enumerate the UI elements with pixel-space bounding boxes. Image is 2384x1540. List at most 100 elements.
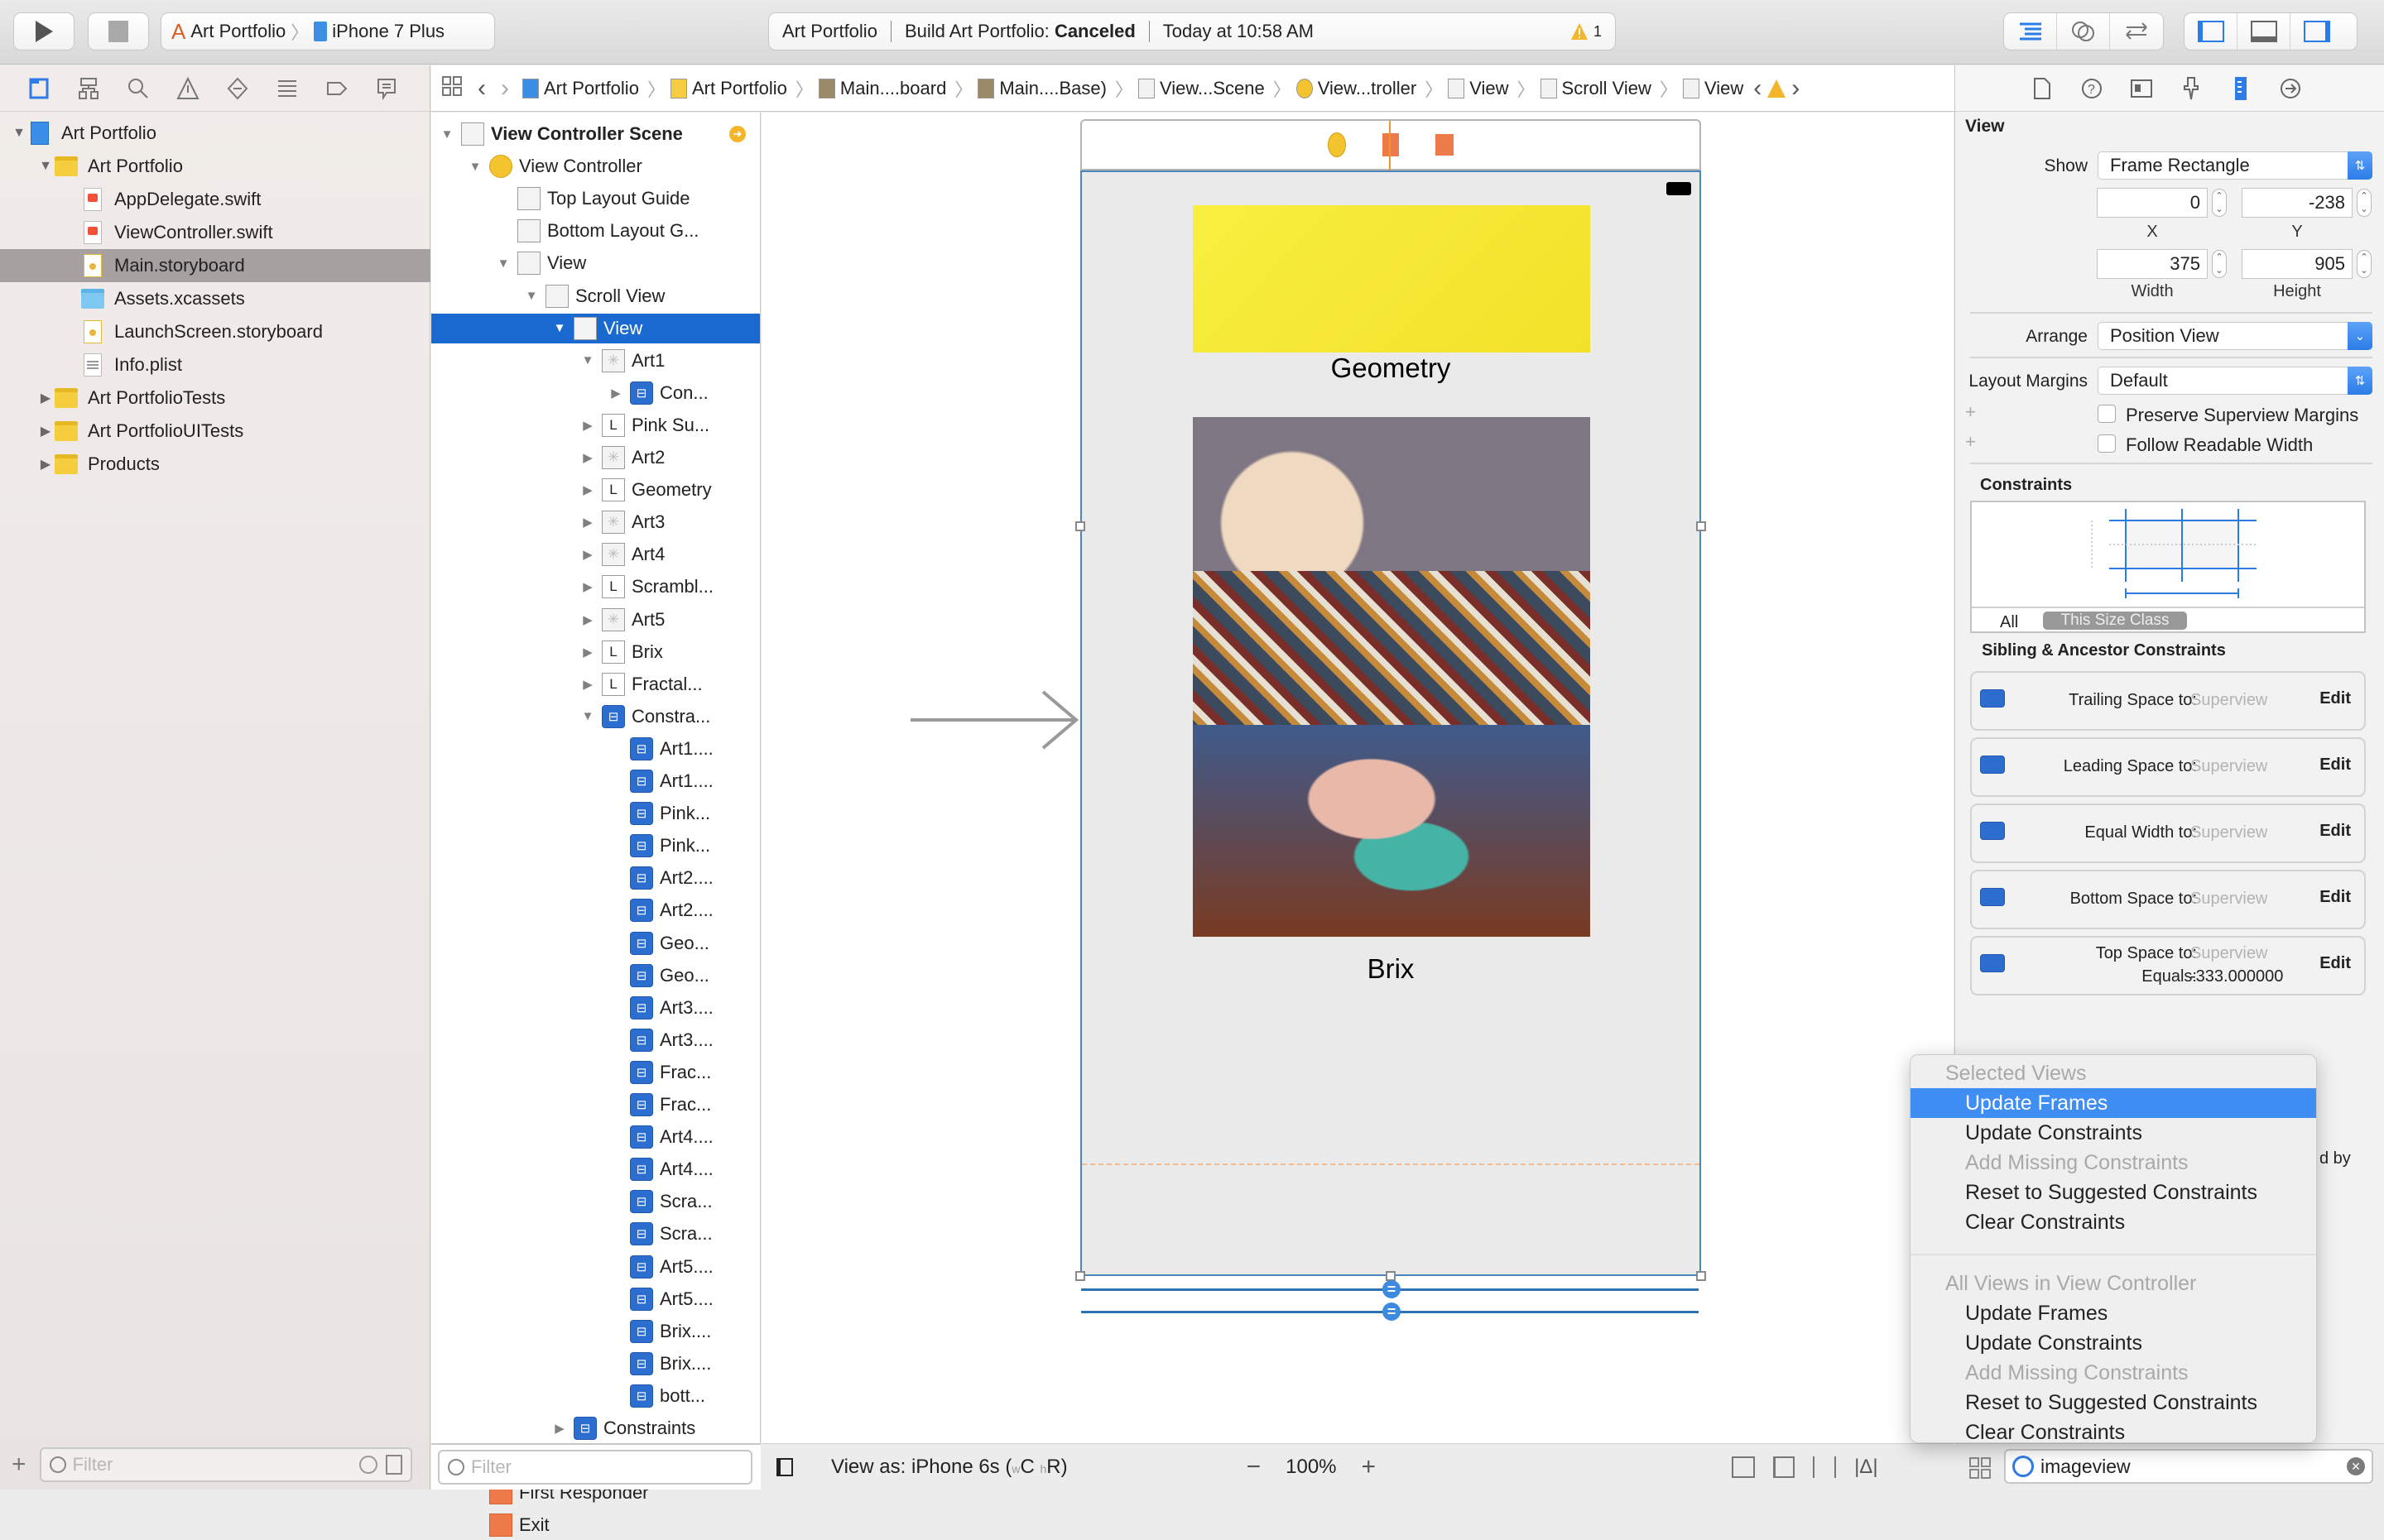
outline-filter-input[interactable]: Filter	[438, 1450, 752, 1485]
edit-constraint-button[interactable]: Edit	[2319, 888, 2351, 907]
outline-item[interactable]: ⊟ Art4....	[431, 1154, 760, 1184]
outline-item[interactable]: ⊟ Art4....	[431, 1122, 760, 1152]
disclosure-triangle-icon[interactable]: ▼	[550, 321, 569, 335]
outline-item[interactable]: ▼ View Controller Scene	[431, 119, 760, 149]
resize-handle[interactable]	[1696, 521, 1706, 531]
add-variation-icon[interactable]: +	[1965, 401, 1976, 423]
previous-issue-button[interactable]: ‹	[1753, 74, 1762, 103]
outline-item[interactable]: ⊟ Pink...	[431, 799, 760, 828]
align-icon[interactable]	[1773, 1456, 1795, 1478]
disclosure-triangle-icon[interactable]: ▼	[494, 257, 512, 271]
disclosure-triangle-icon[interactable]: ▶	[607, 386, 625, 401]
outline-item[interactable]: ⊟ Frac...	[431, 1058, 760, 1087]
add-icon[interactable]: +	[12, 1451, 26, 1479]
view-controller-icon[interactable]	[1328, 132, 1346, 157]
show-popup[interactable]: Frame Rectangle ⇅	[2098, 151, 2372, 180]
outline-item[interactable]: ⊟ Frac...	[431, 1090, 760, 1120]
breadcrumb-item[interactable]: View	[1682, 78, 1743, 99]
menu-item[interactable]: Clear Constraints	[1911, 1207, 2316, 1237]
test-navigator-icon[interactable]	[225, 76, 250, 101]
breadcrumb-item[interactable]: Main....board	[818, 78, 946, 99]
disclosure-triangle-icon[interactable]: ▼	[522, 289, 541, 303]
disclosure-triangle-icon[interactable]: ▶	[36, 390, 55, 406]
navigator-filter-input[interactable]: Filter	[39, 1446, 412, 1482]
disclosure-triangle-icon[interactable]: ▼	[10, 126, 28, 141]
disclosure-triangle-icon[interactable]: ▶	[579, 612, 597, 627]
device-name[interactable]: iPhone 7 Plus	[332, 21, 445, 42]
storyboard-canvas[interactable]: GeometryFractal BeardScrambledBrix = =	[762, 113, 1954, 1443]
quick-help-icon[interactable]: ?	[2079, 76, 2104, 101]
resize-handle[interactable]	[1075, 1271, 1085, 1281]
issue-navigator-icon[interactable]	[175, 76, 200, 101]
outline-item[interactable]: ▼ View	[431, 248, 760, 278]
disclosure-triangle-icon[interactable]: ▶	[579, 645, 597, 660]
size-inspector-icon[interactable]	[2228, 76, 2253, 101]
file-tree-item[interactable]: ▶ Art PortfolioUITests	[0, 415, 430, 448]
related-items-icon[interactable]	[441, 75, 463, 102]
outline-item[interactable]: ⊟ Art5....	[431, 1252, 760, 1282]
embed-in-stack-icon[interactable]	[1732, 1456, 1756, 1478]
disclosure-triangle-icon[interactable]: ▶	[579, 515, 597, 530]
outline-item[interactable]: Top Layout Guide	[431, 184, 760, 213]
recent-files-icon[interactable]	[358, 1455, 377, 1474]
file-tree-item[interactable]: ▼ Art Portfolio	[0, 117, 430, 150]
resolve-auto-layout-icon[interactable]: |Δ|	[1854, 1456, 1878, 1479]
outline-item[interactable]: ▶ L Pink Su...	[431, 410, 760, 440]
file-tree-item[interactable]: ▼ Art Portfolio	[0, 150, 430, 183]
outline-item[interactable]: ▶ L Geometry	[431, 475, 760, 505]
outline-item[interactable]: ⊟ Pink...	[431, 831, 760, 861]
debug-area-toggle-button[interactable]	[2237, 13, 2290, 50]
file-tree-item[interactable]: LaunchScreen.storyboard	[0, 315, 430, 348]
outline-item[interactable]: ▼ View	[431, 313, 760, 343]
disclosure-triangle-icon[interactable]: ▼	[579, 709, 597, 723]
library-search-input[interactable]: imageview ✕	[2004, 1449, 2373, 1484]
run-button[interactable]	[13, 12, 74, 50]
x-stepper[interactable]: ⌃ ⌄	[2212, 189, 2227, 217]
preserve-superview-margins-checkbox[interactable]	[2098, 405, 2116, 423]
first-responder-icon[interactable]	[1382, 133, 1399, 156]
find-navigator-icon[interactable]	[126, 76, 151, 101]
menu-item[interactable]: Update Constraints	[1911, 1118, 2316, 1148]
y-stepper[interactable]: ⌃ ⌄	[2357, 189, 2372, 217]
disclosure-triangle-icon[interactable]: ▶	[579, 450, 597, 465]
breadcrumb-item[interactable]: Scroll View	[1540, 78, 1651, 99]
outline-item[interactable]: ⊟ Scra...	[431, 1187, 760, 1216]
y-field[interactable]: -238	[2242, 188, 2353, 218]
disclosure-triangle-icon[interactable]: ▶	[550, 1421, 569, 1436]
scroll-content-view[interactable]: GeometryFractal BeardScrambledBrix	[1080, 170, 1701, 1276]
breakpoint-navigator-icon[interactable]	[324, 76, 349, 101]
outline-item[interactable]: ▶ ⊟ Constraints	[431, 1413, 760, 1443]
breadcrumb-item[interactable]: View...Scene	[1137, 78, 1265, 99]
document-outline-toggle-icon[interactable]	[776, 1457, 793, 1476]
assistant-editor-button[interactable]	[2057, 13, 2110, 50]
clear-search-icon[interactable]: ✕	[2347, 1457, 2365, 1475]
utilities-toggle-button[interactable]	[2290, 13, 2343, 50]
outline-item[interactable]: ▼ ⊟ Constra...	[431, 702, 760, 732]
disclosure-triangle-icon[interactable]: ▶	[36, 456, 55, 473]
all-size-classes-tab[interactable]: All	[2000, 613, 2018, 632]
edit-constraint-button[interactable]: Edit	[2319, 822, 2351, 841]
warning-badge[interactable]: 1	[1570, 22, 1602, 41]
outline-item[interactable]: ⊟ Art1....	[431, 734, 760, 764]
symbol-navigator-icon[interactable]	[76, 76, 101, 101]
outline-item[interactable]: ⊟ Scra...	[431, 1219, 760, 1249]
warning-icon[interactable]	[1766, 79, 1786, 98]
back-button[interactable]: ‹	[478, 74, 486, 103]
menu-item[interactable]: Update Frames	[1911, 1088, 2316, 1118]
outline-item[interactable]: ▶ ✳ Art5	[431, 605, 760, 635]
breadcrumb-item[interactable]: View	[1448, 78, 1509, 99]
version-editor-button[interactable]	[2110, 13, 2163, 50]
attributes-inspector-icon[interactable]	[2179, 76, 2204, 101]
outline-item[interactable]: ▼ View Controller	[431, 151, 760, 181]
scene-exit-arrow-icon[interactable]: ➜	[729, 126, 746, 142]
outline-item[interactable]: Bottom Layout G...	[431, 216, 760, 246]
follow-readable-width-checkbox[interactable]	[2098, 434, 2116, 453]
file-tree-item[interactable]: Info.plist	[0, 348, 430, 381]
disclosure-triangle-icon[interactable]: ▼	[438, 127, 456, 142]
disclosure-triangle-icon[interactable]: ▶	[579, 677, 597, 692]
edit-constraint-button[interactable]: Edit	[2319, 689, 2351, 708]
disclosure-triangle-icon[interactable]: ▶	[579, 579, 597, 594]
equal-constraint-badge[interactable]: =	[1382, 1280, 1401, 1298]
outline-item[interactable]: ▶ ⊟ Con...	[431, 378, 760, 408]
outline-item[interactable]: ▶ L Fractal...	[431, 669, 760, 699]
